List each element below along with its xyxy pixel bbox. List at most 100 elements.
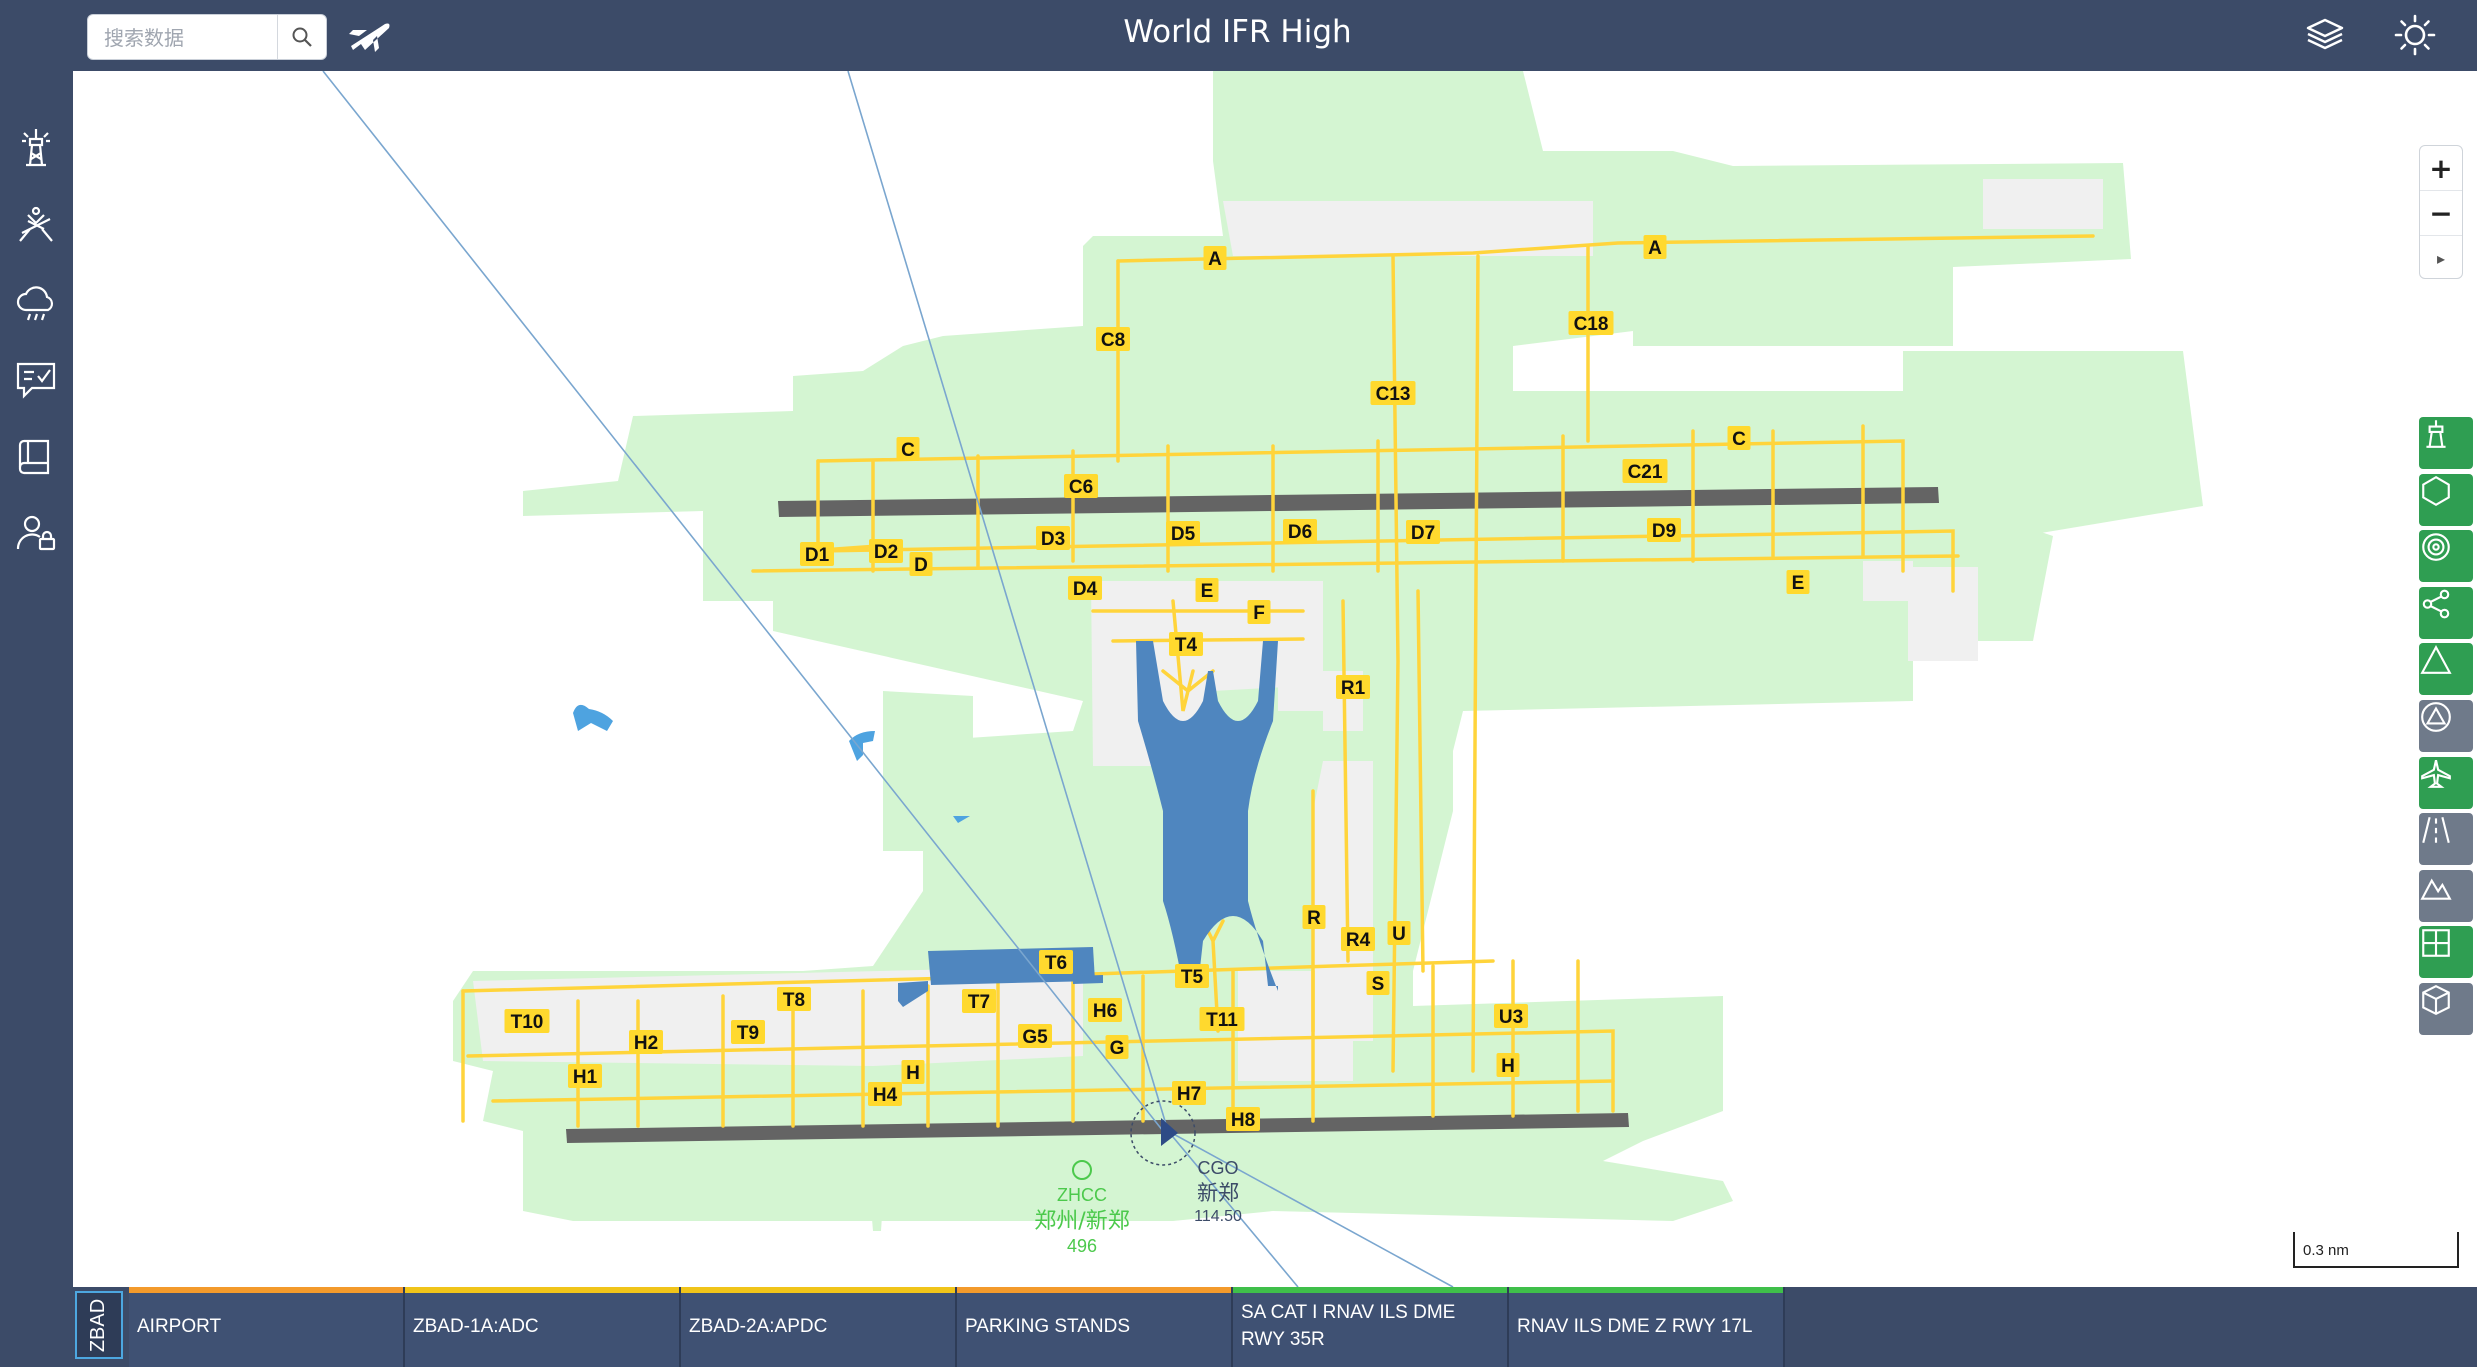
airport-map[interactable]: ZHCC 郑州/新郑 496 CGO 新郑 114.50 A A C8 C18 C13 C… (73, 71, 2477, 1287)
taxiway-label: H1 (568, 1064, 602, 1088)
flight-mode-button[interactable] (343, 12, 395, 60)
taxiway-label: T11 (1199, 1007, 1245, 1031)
scale-bar: 0.3 nm (2293, 1232, 2459, 1268)
svg-text:C6: C6 (1069, 477, 1093, 498)
sidebar-item-user[interactable] (12, 509, 60, 557)
tab-status-bar (957, 1287, 1231, 1293)
tab-adc[interactable]: ZBAD-1A:ADC (405, 1287, 681, 1367)
layer-toggle-airport-tower[interactable] (2419, 417, 2473, 469)
layer-toggle-share-network[interactable] (2419, 586, 2473, 639)
taxiway-label: R4 (1341, 927, 1375, 951)
svg-text:D: D (914, 555, 928, 576)
taxiway-label: E (1786, 570, 1810, 594)
top-bar: World IFR High (0, 0, 2477, 71)
runway-traffic-icon (19, 206, 53, 242)
tab-ils-35r[interactable]: SA CAT I RNAV ILS DME RWY 35R (1233, 1287, 1509, 1367)
svg-text:T7: T7 (968, 992, 990, 1013)
taxiway-label: H (1496, 1053, 1520, 1077)
airport-code-tab[interactable]: ZBAD (75, 1291, 123, 1359)
sidebar-item-airport[interactable] (12, 123, 60, 171)
svg-text:D9: D9 (1652, 521, 1676, 542)
scale-label: 0.3 nm (2303, 1242, 2349, 1259)
svg-text:U3: U3 (1499, 1007, 1523, 1028)
layer-toggle-hexagon[interactable] (2419, 473, 2473, 526)
taxiway-label: H7 (1172, 1081, 1206, 1105)
search-box (87, 14, 327, 61)
tab-apdc[interactable]: ZBAD-2A:APDC (681, 1287, 957, 1367)
brightness-icon (2394, 14, 2436, 56)
layers-icon (2306, 18, 2344, 50)
layer-toggle-box-3d[interactable] (2419, 983, 2473, 1035)
svg-text:H: H (1501, 1056, 1515, 1077)
search-input[interactable] (102, 15, 276, 61)
svg-text:C13: C13 (1376, 384, 1411, 405)
navaid-ident: ZHCC (1057, 1185, 1107, 1205)
taxiway-label: D9 (1647, 518, 1681, 542)
plane-icon (349, 23, 390, 52)
zoom-controls: + − ▸ (2419, 145, 2463, 279)
tab-parking-stands[interactable]: PARKING STANDS (957, 1287, 1233, 1367)
sidebar-item-notam[interactable] (12, 356, 60, 404)
layer-toggle-triangle[interactable] (2419, 643, 2473, 696)
svg-text:T8: T8 (783, 990, 805, 1011)
chart-tabs-bar: ZBAD AIRPORT ZBAD-1A:ADC ZBAD-2A:APDC PA… (73, 1287, 2477, 1367)
layer-toggle-airplane[interactable] (2419, 756, 2473, 809)
layer-toggle-mountain[interactable] (2419, 869, 2473, 922)
hexagon-icon (2422, 475, 2450, 506)
svg-text:R1: R1 (1341, 678, 1366, 699)
tab-label-line1: SA CAT I RNAV ILS DME (1241, 1302, 1456, 1323)
taxiway-label: H2 (629, 1030, 663, 1054)
sidebar-item-traffic[interactable] (12, 201, 60, 249)
sidebar-item-manual[interactable] (12, 433, 60, 481)
taxiway-label: A (1203, 246, 1227, 270)
sidebar-item-weather[interactable] (12, 278, 60, 326)
taxiway-label: T4 (1169, 632, 1203, 656)
brightness-button[interactable] (2390, 10, 2440, 60)
layer-toggle-vor-target[interactable] (2419, 530, 2473, 583)
search-button[interactable] (277, 15, 326, 59)
navaid-frequency: 114.50 (1194, 1208, 1242, 1225)
layer-toggle-triangle-circle[interactable] (2419, 700, 2473, 752)
svg-text:C21: C21 (1628, 462, 1663, 483)
box-3d-icon (2422, 984, 2450, 1016)
svg-text:T6: T6 (1045, 953, 1067, 974)
svg-text:F: F (1253, 603, 1265, 624)
svg-text:A: A (1208, 249, 1222, 270)
layer-toggle-grid[interactable] (2419, 926, 2473, 979)
layer-toggle-road[interactable] (2419, 813, 2473, 866)
svg-text:D2: D2 (874, 542, 898, 563)
taxiway-label: C6 (1064, 474, 1098, 498)
tab-airport[interactable]: AIRPORT (129, 1287, 405, 1367)
svg-text:T10: T10 (511, 1012, 544, 1033)
tab-ils-17l[interactable]: RNAV ILS DME Z RWY 17L (1509, 1287, 1785, 1367)
svg-text:D4: D4 (1073, 579, 1098, 600)
svg-text:G5: G5 (1022, 1027, 1048, 1048)
airport-code-label: ZBAD (87, 1298, 110, 1352)
tab-label: RNAV ILS DME Z RWY 17L (1517, 1316, 1753, 1337)
taxiway-label: U (1387, 921, 1411, 945)
taxiway-label: D7 (1406, 520, 1440, 544)
taxiway-label: U3 (1494, 1004, 1528, 1028)
svg-text:T9: T9 (737, 1023, 759, 1044)
svg-text:D6: D6 (1288, 522, 1312, 543)
taxiway-label: T5 (1175, 964, 1209, 988)
layers-button[interactable] (2300, 10, 2350, 60)
taxiway-label: C (1727, 426, 1751, 450)
taxiway-label: G (1105, 1035, 1129, 1059)
left-sidebar (0, 71, 73, 1367)
tab-label: ZBAD-1A:ADC (413, 1316, 539, 1337)
taxiway-label: D2 (869, 539, 903, 563)
compass-button[interactable]: ▸ (2420, 236, 2462, 280)
taxiway-label: H6 (1088, 998, 1122, 1022)
zoom-in-button[interactable]: + (2420, 146, 2462, 191)
navaid-cgo[interactable]: CGO 新郑 114.50 (1194, 1158, 1242, 1225)
triangle-icon (2420, 645, 2452, 675)
zoom-out-button[interactable]: − (2420, 191, 2462, 236)
svg-text:D7: D7 (1411, 523, 1435, 544)
svg-text:C8: C8 (1101, 330, 1125, 351)
taxiway-label: G5 (1018, 1024, 1052, 1048)
tab-label-line2: RWY 35R (1241, 1329, 1325, 1350)
grid-icon (2422, 929, 2450, 958)
taxiway-label: T6 (1039, 950, 1073, 974)
tab-label: ZBAD-2A:APDC (689, 1316, 828, 1337)
